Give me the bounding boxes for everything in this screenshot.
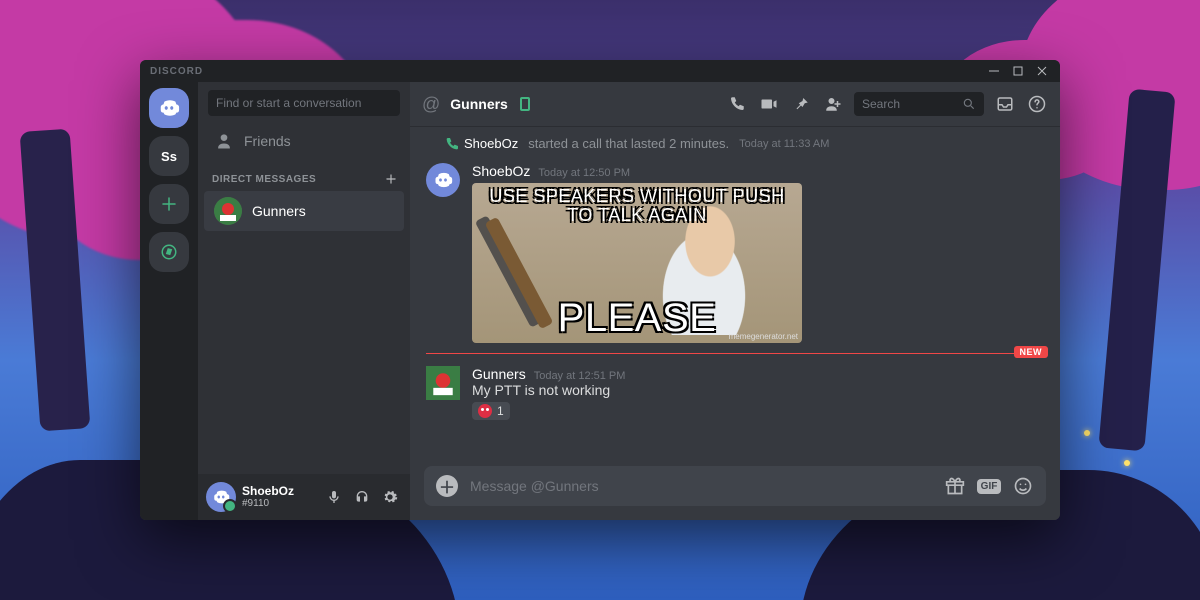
app-title: DISCORD	[150, 66, 203, 77]
user-avatar[interactable]	[206, 482, 236, 512]
new-messages-divider: NEW	[426, 353, 1044, 354]
chat-area: @ Gunners Search ShoebOz	[410, 82, 1060, 520]
window-close-button[interactable]	[1030, 62, 1054, 80]
server-ss-label: Ss	[161, 149, 177, 164]
message-timestamp: Today at 12:50 PM	[538, 167, 630, 179]
help-button[interactable]	[1026, 93, 1048, 115]
quick-switcher-placeholder: Find or start a conversation	[216, 96, 361, 110]
user-meta: ShoebOz #9110	[242, 485, 294, 509]
chat-header: @ Gunners Search	[410, 82, 1060, 126]
dm-item-label: Gunners	[252, 203, 306, 219]
message-text: My PTT is not working	[472, 382, 1044, 398]
message-list[interactable]: ShoebOz started a call that lasted 2 min…	[410, 126, 1060, 458]
dm-sidebar: Find or start a conversation Friends DIR…	[198, 82, 410, 520]
gif-picker-button[interactable]: GIF	[978, 475, 1000, 497]
emoji-picker-button[interactable]	[1012, 475, 1034, 497]
create-dm-button[interactable]	[384, 172, 398, 186]
friends-label: Friends	[244, 133, 291, 149]
mobile-indicator-icon	[520, 97, 530, 111]
window-maximize-button[interactable]	[1006, 62, 1030, 80]
system-time: Today at 11:33 AM	[739, 138, 829, 150]
message-image-attachment[interactable]: USE SPEAKERS WITHOUT PUSH TO TALK AGAIN …	[472, 183, 802, 343]
reaction-count: 1	[497, 404, 504, 418]
message: ShoebOz Today at 12:50 PM USE SPEAKERS W…	[426, 159, 1044, 349]
call-icon	[444, 136, 460, 152]
at-icon: @	[422, 94, 440, 115]
titlebar: DISCORD	[140, 60, 1060, 82]
dm-section-header: DIRECT MESSAGES	[198, 158, 410, 190]
reaction-button[interactable]: 1	[472, 402, 510, 420]
system-text: started a call that lasted 2 minutes.	[528, 136, 729, 151]
composer-input[interactable]: Message @Gunners	[470, 478, 932, 494]
dm-item-gunners[interactable]: Gunners	[204, 191, 404, 231]
start-voice-call-button[interactable]	[726, 93, 748, 115]
deafen-button[interactable]	[350, 485, 374, 509]
gif-label: GIF	[977, 479, 1002, 494]
system-call-message: ShoebOz started a call that lasted 2 min…	[426, 132, 1044, 159]
inbox-button[interactable]	[994, 93, 1016, 115]
start-video-call-button[interactable]	[758, 93, 780, 115]
quick-switcher[interactable]: Find or start a conversation	[208, 90, 400, 116]
window-minimize-button[interactable]	[982, 62, 1006, 80]
system-author: ShoebOz	[464, 136, 518, 151]
attach-file-button[interactable]: ＋	[436, 475, 458, 497]
friends-tab[interactable]: Friends	[204, 125, 404, 157]
server-ss[interactable]: Ss	[149, 136, 189, 176]
message-avatar[interactable]	[426, 163, 460, 197]
home-button[interactable]	[149, 88, 189, 128]
user-panel: ShoebOz #9110	[198, 474, 410, 520]
explore-servers-button[interactable]	[149, 232, 189, 272]
search-input[interactable]: Search	[854, 92, 984, 116]
message-author[interactable]: Gunners	[472, 366, 526, 382]
mute-mic-button[interactable]	[322, 485, 346, 509]
search-placeholder: Search	[862, 97, 900, 111]
message-avatar[interactable]	[426, 366, 460, 400]
meme-top-text: USE SPEAKERS WITHOUT PUSH TO TALK AGAIN	[478, 187, 796, 225]
message-composer: ＋ Message @Gunners GIF	[424, 466, 1046, 506]
pinned-messages-button[interactable]	[790, 93, 812, 115]
new-badge: NEW	[1014, 346, 1049, 358]
rage-emoji-icon	[478, 404, 492, 418]
message-timestamp: Today at 12:51 PM	[534, 370, 626, 382]
user-discriminator: #9110	[242, 498, 294, 509]
dm-header-label: DIRECT MESSAGES	[212, 174, 316, 185]
search-icon	[962, 97, 976, 111]
meme-watermark: memegenerator.net	[729, 332, 798, 341]
add-server-button[interactable]	[149, 184, 189, 224]
message-author[interactable]: ShoebOz	[472, 163, 530, 179]
user-settings-button[interactable]	[378, 485, 402, 509]
gift-button[interactable]	[944, 475, 966, 497]
user-name: ShoebOz	[242, 485, 294, 498]
composer-placeholder: Message @Gunners	[470, 478, 599, 494]
server-rail: Ss	[140, 82, 198, 520]
add-friends-to-dm-button[interactable]	[822, 93, 844, 115]
meme-bottom-text: PLEASE	[558, 297, 717, 339]
dm-avatar	[214, 197, 242, 225]
app-window: DISCORD Ss	[140, 60, 1060, 520]
message: Gunners Today at 12:51 PM My PTT is not …	[426, 362, 1044, 427]
channel-name: Gunners	[450, 96, 508, 112]
